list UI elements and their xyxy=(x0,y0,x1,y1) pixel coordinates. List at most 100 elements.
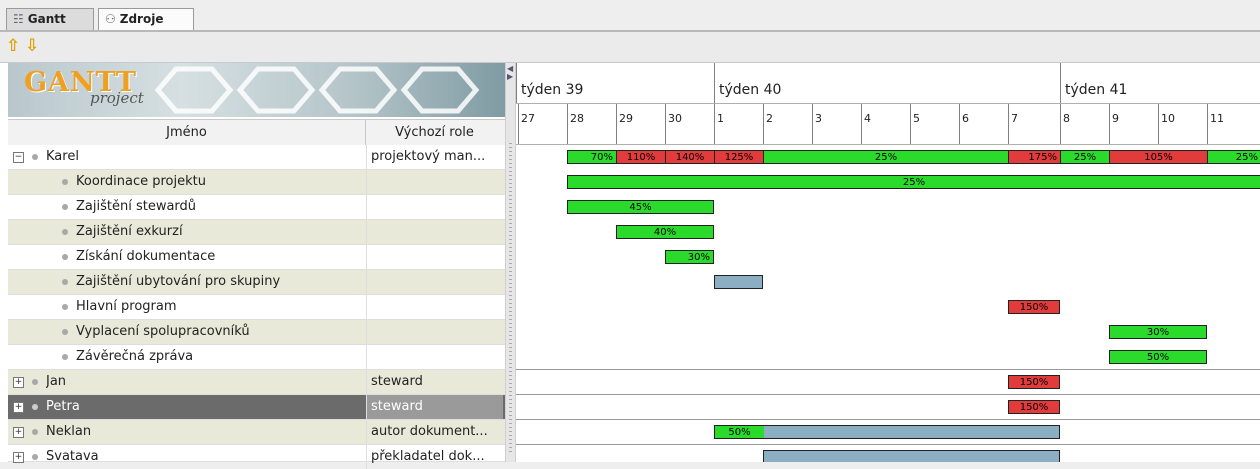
assignment-row[interactable]: Zajištění exkurzí xyxy=(8,220,505,245)
load-row-task: 30% xyxy=(516,245,1260,270)
collapse-left-icon[interactable]: ◀ ▶ xyxy=(507,65,513,81)
day-label: 3 xyxy=(812,104,861,144)
load-bar[interactable]: 30% xyxy=(1109,325,1207,339)
assignment-role xyxy=(366,170,503,194)
assignment-role xyxy=(366,270,503,294)
assignment-name: Závěrečná zpráva xyxy=(76,349,194,364)
load-bar[interactable]: 150% xyxy=(1008,400,1060,414)
collapse-icon[interactable]: − xyxy=(13,152,24,163)
resource-row-svatava[interactable]: + Svatava překladatel dok... xyxy=(8,445,505,469)
tab-gantt-label: Gantt xyxy=(27,12,66,26)
load-row-task: 45% xyxy=(516,195,1260,220)
load-bar[interactable]: 45% xyxy=(567,200,714,214)
resource-row-karel[interactable]: − Karel projektový man... xyxy=(8,145,505,170)
assignment-name: Zajištění ubytování pro skupiny xyxy=(76,274,281,289)
expand-icon[interactable]: + xyxy=(13,427,24,438)
assignment-name: Koordinace projektu xyxy=(76,174,206,189)
resource-role: překladatel dok... xyxy=(366,445,503,469)
assignment-role xyxy=(366,220,503,244)
day-label: 5 xyxy=(910,104,959,144)
load-bar[interactable]: 25% xyxy=(567,175,1260,189)
load-segment: 110% xyxy=(617,151,666,163)
week-label: týden 40 xyxy=(714,63,1060,103)
load-row-petra: 150% xyxy=(516,395,1260,420)
day-label: 29 xyxy=(616,104,665,144)
assignment-row[interactable]: Hlavní program xyxy=(8,295,505,320)
resource-bullet-icon xyxy=(32,429,38,435)
load-segment: 125% xyxy=(715,151,764,163)
assignment-row[interactable]: Vyplacení spolupracovníků xyxy=(8,320,505,345)
assignment-row[interactable]: Zajištění stewardů xyxy=(8,195,505,220)
column-header-role[interactable]: Výchozí role xyxy=(366,120,503,146)
resource-role: projektový man... xyxy=(366,145,503,169)
load-row-task xyxy=(516,270,1260,295)
ganttproject-logo: GANTT project xyxy=(8,63,505,117)
day-header: 27 28 29 30 1 2 3 4 5 6 7 8 9 10 11 xyxy=(516,104,1260,145)
load-bar[interactable]: 30% xyxy=(665,250,714,264)
panel-splitter[interactable]: ◀ ▶ xyxy=(505,63,516,462)
resource-role: steward xyxy=(366,370,503,394)
load-row-task: 40% xyxy=(516,220,1260,245)
load-bar[interactable]: 40% xyxy=(616,225,714,239)
resource-row-jan[interactable]: + Jan steward xyxy=(8,370,505,395)
resource-table: GANTT project Jméno Výchozí role − Karel… xyxy=(0,63,505,469)
expand-icon[interactable]: + xyxy=(13,402,24,413)
resource-bullet-icon xyxy=(32,404,38,410)
load-bar-neklan[interactable]: 50% xyxy=(714,425,1060,439)
assignment-row[interactable]: Závěrečná zpráva xyxy=(8,345,505,370)
week-header: týden 39 týden 40 týden 41 xyxy=(516,63,1260,104)
load-bar[interactable] xyxy=(714,275,763,289)
day-label: 9 xyxy=(1109,104,1158,144)
resource-bullet-icon xyxy=(32,379,38,385)
arrow-up-icon[interactable]: ⇧ xyxy=(6,35,20,57)
resource-name: Jan xyxy=(46,374,67,389)
day-label: 2 xyxy=(763,104,812,144)
load-bar[interactable]: 50% xyxy=(1109,350,1207,364)
resource-name: Karel xyxy=(46,149,79,164)
load-segment: 50% xyxy=(715,426,764,438)
expand-icon[interactable]: + xyxy=(13,452,24,463)
load-row-svatava xyxy=(516,445,1260,462)
day-label: 1 xyxy=(714,104,763,144)
tab-gantt[interactable]: ☷ Gantt xyxy=(6,8,94,30)
load-segment: 175% xyxy=(1009,151,1061,163)
resource-row-petra[interactable]: + Petra steward xyxy=(8,395,505,420)
resource-bullet-icon xyxy=(32,154,38,160)
resource-row-neklan[interactable]: + Neklan autor dokument... xyxy=(8,420,505,445)
day-label: 28 xyxy=(567,104,616,144)
assignment-row[interactable]: Získání dokumentace xyxy=(8,245,505,270)
gantt-icon: ☷ xyxy=(13,12,24,26)
resource-load-chart[interactable]: týden 39 týden 40 týden 41 27 28 29 30 1… xyxy=(516,63,1260,462)
assignment-role xyxy=(366,295,503,319)
load-row-jan: 150% xyxy=(516,370,1260,395)
assignment-name: Získání dokumentace xyxy=(76,249,216,264)
load-bar[interactable]: 150% xyxy=(1008,375,1060,389)
arrow-down-icon[interactable]: ⇩ xyxy=(25,35,39,57)
tab-zdroje-label: Zdroje xyxy=(119,12,164,26)
load-row-task: 25% xyxy=(516,170,1260,195)
load-bar[interactable]: 150% xyxy=(1008,300,1060,314)
day-label: 10 xyxy=(1158,104,1207,144)
resources-icon: ⚇ xyxy=(105,12,116,26)
load-bar-karel[interactable]: 70% 110% 140% 125% 25% 175% 25% 105% 25% xyxy=(567,150,1260,164)
assignment-row[interactable]: Koordinace projektu xyxy=(8,170,505,195)
assignment-name: Zajištění exkurzí xyxy=(76,224,183,239)
table-header: Jméno Výchozí role xyxy=(8,119,505,147)
task-bullet-icon xyxy=(62,229,68,235)
tab-zdroje[interactable]: ⚇ Zdroje xyxy=(98,8,194,31)
day-label: 27 xyxy=(518,104,567,144)
assignment-name: Hlavní program xyxy=(76,299,177,314)
day-label: 7 xyxy=(1008,104,1060,144)
load-bar[interactable] xyxy=(763,450,1060,462)
resource-name: Neklan xyxy=(46,424,92,439)
task-bullet-icon xyxy=(62,304,68,310)
expand-icon[interactable]: + xyxy=(13,377,24,388)
task-bullet-icon xyxy=(62,354,68,360)
logo-subtitle: project xyxy=(90,89,144,107)
load-row-neklan: 50% xyxy=(516,420,1260,445)
load-segment: 140% xyxy=(666,151,715,163)
assignment-row[interactable]: Zajištění ubytování pro skupiny xyxy=(8,270,505,295)
column-header-name[interactable]: Jméno xyxy=(8,120,366,146)
load-row-task: 50% xyxy=(516,345,1260,370)
resource-role: steward xyxy=(366,395,503,419)
